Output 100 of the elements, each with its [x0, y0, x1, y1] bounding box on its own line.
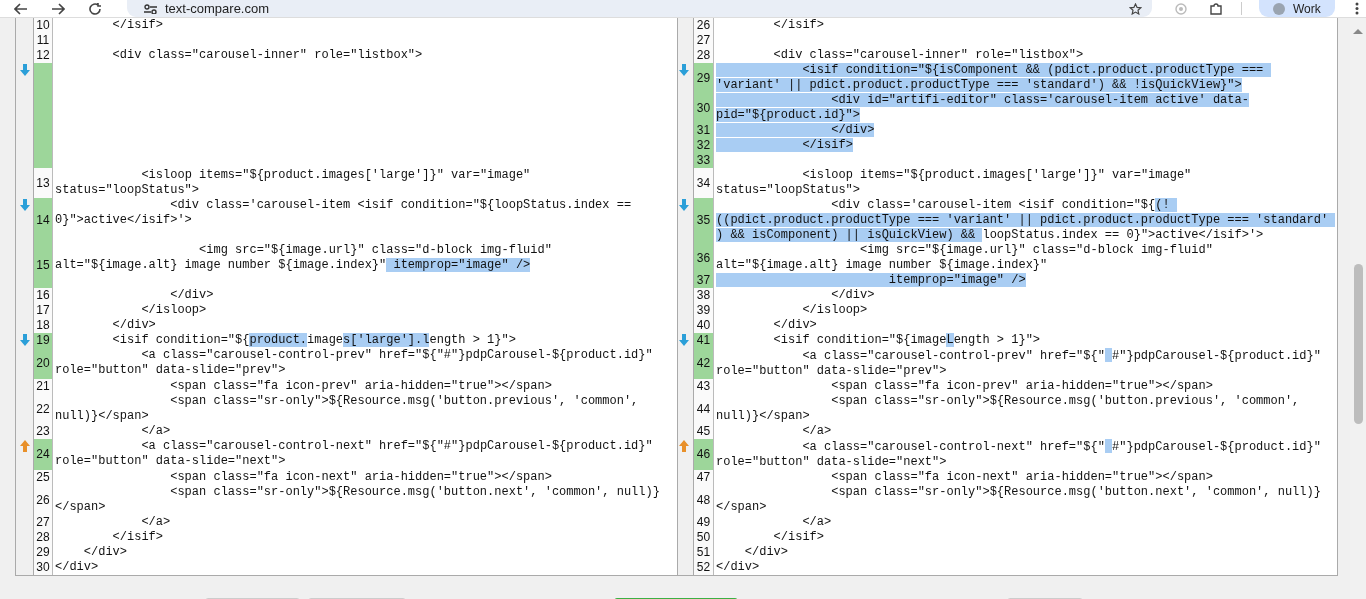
down-arrow-icon[interactable] — [679, 199, 689, 211]
code-line: </isif> — [772, 18, 826, 33]
line-number: 38 — [694, 288, 714, 303]
line-number: 15 — [34, 243, 53, 288]
code-line: </isloop> — [140, 303, 208, 318]
menu-icon[interactable] — [1355, 2, 1359, 15]
code-line: </div> — [772, 318, 818, 333]
address-bar[interactable]: text-compare.com — [127, 0, 1152, 17]
line-number: 28 — [694, 48, 714, 63]
avatar-icon — [1273, 2, 1285, 15]
code-line: <span class="sr-only">${Resource.msg('button.next', 'common', null)}</span> — [54, 485, 661, 515]
line-number: 49 — [694, 515, 714, 530]
code-line: </div> — [169, 288, 215, 303]
line-number: 26 — [34, 485, 53, 515]
line-number: 33 — [694, 153, 714, 168]
line-number: 37 — [694, 273, 714, 288]
code-line: <span class="sr-only">${Resource.msg('button.previous', 'common', null)}</span> — [54, 394, 640, 424]
line-number: 22 — [34, 394, 53, 424]
code-line: <div class="carousel-inner" role="listbox"> — [772, 48, 1085, 63]
code-line: <a class="carousel-control-prev" href="${" #"}pdpCarousel-${product.id}" role="button" data-slide="prev"> — [715, 348, 1322, 379]
line-number: 51 — [694, 545, 714, 560]
down-arrow-icon[interactable] — [19, 334, 30, 346]
line-number: 35 — [694, 198, 714, 243]
code-line: <span class="fa icon-prev" aria-hidden="true"></span> — [169, 379, 553, 394]
line-number: 30 — [694, 93, 714, 123]
code-line: </isif> — [111, 18, 165, 33]
code-line: </div> — [714, 123, 1337, 138]
code-line: <isloop items="${product.images['large']}" var="image" status="loopStatus"> — [54, 168, 532, 198]
code-line: </div> — [830, 288, 876, 303]
line-number: 45 — [694, 424, 714, 439]
line-number: 19 — [34, 333, 53, 348]
code-line: </a> — [801, 515, 833, 530]
line-number: 18 — [34, 318, 53, 333]
scroll-up-icon[interactable] — [1353, 28, 1363, 34]
code-line: <a class="carousel-control-next" href="${" #"}pdpCarousel-${product.id}" role="button" data-slide="next"> — [715, 439, 1322, 470]
extension-icon[interactable] — [1174, 2, 1188, 15]
code-line: <isif condition="${imageLength > 1}"> — [772, 333, 1042, 348]
down-arrow-icon[interactable] — [19, 64, 30, 76]
code-line: </a> — [140, 424, 172, 439]
line-number: 47 — [694, 470, 714, 485]
line-number: 29 — [694, 63, 714, 93]
puzzle-icon[interactable] — [1209, 2, 1223, 15]
code-line: </div> — [715, 560, 761, 575]
line-number: 40 — [694, 318, 714, 333]
line-number: 12 — [34, 48, 53, 63]
code-line: itemprop="image" /> — [714, 273, 1337, 288]
code-line: <span class="sr-only">${Resource.msg('button.previous', 'common', null)}</span> — [715, 394, 1301, 424]
down-arrow-icon[interactable] — [679, 334, 689, 346]
line-number: 41 — [694, 333, 714, 348]
code-line: </a> — [140, 515, 172, 530]
code-line: </div> — [54, 560, 100, 575]
line-number: 39 — [694, 303, 714, 318]
line-number: 50 — [694, 530, 714, 545]
line-number: 31 — [694, 123, 714, 138]
line-number: 16 — [34, 288, 53, 303]
line-number: 29 — [34, 545, 53, 560]
line-number: 23 — [34, 424, 53, 439]
code-line: </div> — [743, 545, 790, 560]
code-line: <a class="carousel-control-next" href="${"#"}pdpCarousel-${product.id}" role="button" data-slide="next"> — [54, 439, 654, 470]
line-number: 28 — [34, 530, 53, 545]
line-number: 30 — [34, 560, 53, 575]
line-number: 43 — [694, 379, 714, 394]
scrollbar-thumb[interactable] — [1353, 264, 1363, 424]
reload-icon[interactable] — [89, 2, 102, 15]
up-arrow-icon[interactable] — [19, 440, 30, 452]
line-number: 20 — [34, 348, 53, 379]
line-number: 27 — [34, 515, 53, 530]
line-number: 14 — [34, 198, 53, 243]
down-arrow-icon[interactable] — [19, 199, 30, 211]
forward-icon[interactable] — [51, 2, 65, 15]
back-icon[interactable] — [14, 2, 28, 15]
line-number: 36 — [694, 243, 714, 273]
code-line: </isif> — [111, 530, 165, 545]
line-number: 42 — [694, 348, 714, 379]
star-icon[interactable] — [1129, 2, 1142, 15]
line-number: 17 — [34, 303, 53, 318]
code-line: </div> — [111, 318, 157, 333]
code-line: <isloop items="${product.images['large']}" var="image" status="loopStatus"> — [715, 168, 1193, 198]
code-line: <img src="${image.url}" class="d-block img-fluid" alt="${image.alt} image number ${image.index}" itemprop="image" /> — [54, 243, 553, 274]
line-number: 26 — [694, 18, 714, 33]
code-line: </isloop> — [801, 303, 869, 318]
profile-button[interactable]: Work — [1259, 0, 1335, 17]
line-number: 10 — [34, 18, 53, 33]
code-line: <span class="sr-only">${Resource.msg('button.next', 'common', null)}</span> — [715, 485, 1322, 515]
code-line: </isif> — [772, 530, 826, 545]
code-line: </isif> — [714, 138, 1337, 153]
code-line: <span class="fa icon-next" aria-hidden="true"></span> — [169, 470, 553, 485]
up-arrow-icon[interactable] — [679, 440, 689, 452]
line-number: 46 — [694, 439, 714, 470]
line-number: 13 — [34, 168, 53, 198]
line-number: 11 — [34, 33, 53, 48]
line-number: 21 — [34, 379, 53, 394]
line-number: 32 — [694, 138, 714, 153]
code-line: <span class="fa icon-prev" aria-hidden="true"></span> — [830, 379, 1214, 394]
line-number: 44 — [694, 394, 714, 424]
code-line: </div> — [82, 545, 129, 560]
code-line: </a> — [801, 424, 833, 439]
site-settings-icon[interactable] — [144, 3, 157, 14]
code-line: <a class="carousel-control-prev" href="${"#"}pdpCarousel-${product.id}" role="button" data-slide="prev"> — [54, 348, 654, 379]
down-arrow-icon[interactable] — [679, 64, 689, 76]
